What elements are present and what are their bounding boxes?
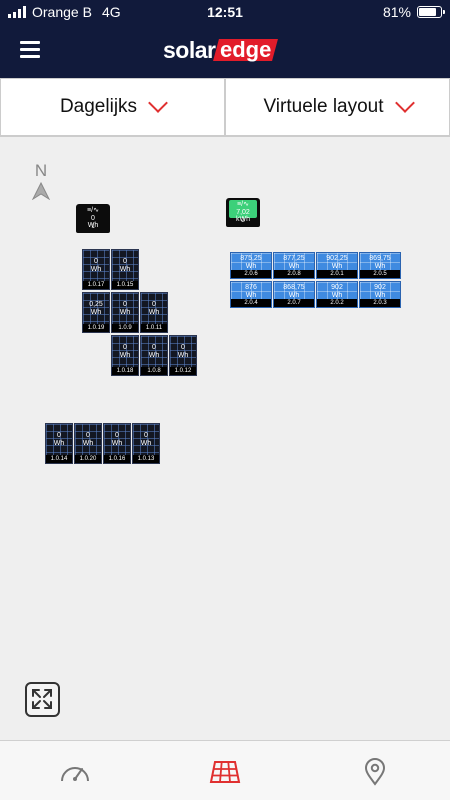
inverter-value: 0 <box>91 214 95 222</box>
module-id: 1.0.9 <box>112 324 138 332</box>
period-label: Dagelijks <box>59 96 138 117</box>
inverter-1[interactable]: ≡/∿ 0 Wh 1 <box>76 204 110 233</box>
location-pin-icon <box>364 758 386 786</box>
battery-icon <box>417 6 445 18</box>
logo-solar: solar <box>163 36 216 63</box>
north-arrow-icon <box>32 182 50 200</box>
panel-module[interactable]: 0 Wh 1.0.12 <box>169 335 197 376</box>
inverter-id: 1 <box>91 224 95 230</box>
module-id: 1.0.14 <box>46 455 72 463</box>
inverter-symbol: ≡/∿ <box>237 201 249 208</box>
module-id: 1.0.19 <box>83 324 109 332</box>
tab-location[interactable] <box>358 757 392 787</box>
panel-module[interactable]: 0 Wh 1.0.15 <box>111 249 139 290</box>
panel-module[interactable]: 902,25 Wh 2.0.1 <box>316 252 358 279</box>
module-id: 2.0.2 <box>317 299 357 307</box>
inverter-screen: ≡/∿ 0 Wh <box>79 206 107 229</box>
panel-module[interactable]: 868,75 Wh 2.0.7 <box>273 281 315 308</box>
panel-module[interactable]: 877,25 Wh 2.0.8 <box>273 252 315 279</box>
module-id: 2.0.3 <box>360 299 400 307</box>
panel-module[interactable]: 0 Wh 1.0.20 <box>74 423 102 464</box>
app-header: solar edge <box>0 24 450 78</box>
filter-bar: Dagelijks Virtuele layout <box>0 78 450 137</box>
panel-module[interactable]: 902 Wh 2.0.3 <box>359 281 401 308</box>
panel-module[interactable]: 0 Wh 1.0.16 <box>103 423 131 464</box>
panel-module[interactable]: 869,75 Wh 2.0.5 <box>359 252 401 279</box>
period-dropdown[interactable]: Dagelijks <box>0 78 225 136</box>
module-id: 1.0.17 <box>83 281 109 289</box>
panel-module[interactable]: 0 Wh 1.0.9 <box>111 292 139 333</box>
tab-dashboard[interactable] <box>58 757 92 787</box>
inverter-2[interactable]: ≡/∿ 7,02 kWh 2 <box>226 198 260 227</box>
panel-module[interactable]: 0 Wh 1.0.11 <box>140 292 168 333</box>
inverter-id: 2 <box>241 218 245 224</box>
solaredge-logo: solar edge <box>163 36 279 63</box>
module-id: 1.0.18 <box>112 367 138 375</box>
module-id: 1.0.13 <box>133 455 159 463</box>
module-id: 2.0.8 <box>274 270 314 278</box>
panel-module[interactable]: 876 Wh 2.0.4 <box>230 281 272 308</box>
module-id: 2.0.1 <box>317 270 357 278</box>
chevron-down-icon <box>148 93 168 113</box>
module-id: 2.0.4 <box>231 299 271 307</box>
panel-module[interactable]: 0 Wh 1.0.8 <box>140 335 168 376</box>
panel-module[interactable]: 0 Wh 1.0.14 <box>45 423 73 464</box>
bottom-tab-bar <box>0 740 450 800</box>
panel-module[interactable]: 875,25 Wh 2.0.6 <box>230 252 272 279</box>
module-id: 1.0.12 <box>170 367 196 375</box>
north-label: N <box>34 161 48 180</box>
module-id: 2.0.6 <box>231 270 271 278</box>
panel-module[interactable]: 0 Wh 1.0.17 <box>82 249 110 290</box>
module-id: 1.0.16 <box>104 455 130 463</box>
logo-edge: edge <box>213 37 279 62</box>
expand-icon <box>32 689 52 709</box>
compass: N <box>30 161 52 200</box>
tab-layout[interactable] <box>208 757 242 787</box>
panel-module[interactable]: 0 Wh 1.0.13 <box>132 423 160 464</box>
battery-percent: 81% <box>382 4 411 20</box>
inverter-screen: ≡/∿ 7,02 kWh <box>229 200 257 223</box>
module-id: 1.0.11 <box>141 324 167 332</box>
panel-module[interactable]: 0 Wh 1.0.18 <box>111 335 139 376</box>
layout-grid-icon <box>209 761 241 783</box>
inverter-value: 7,02 <box>236 208 250 216</box>
layout-canvas[interactable]: N ≡/∿ 0 Wh 1 ≡/∿ 7,02 kWh 2 0 Wh 1.0.17 0W… <box>0 137 450 740</box>
panel-module[interactable]: 0,25 Wh 1.0.19 <box>82 292 110 333</box>
dashboard-gauge-icon <box>61 767 89 782</box>
status-bar: Orange B 4G 12:51 81% <box>0 0 450 24</box>
module-id: 1.0.20 <box>75 455 101 463</box>
module-id: 1.0.8 <box>141 367 167 375</box>
panel-module[interactable]: 902 Wh 2.0.2 <box>316 281 358 308</box>
menu-icon[interactable] <box>20 41 40 58</box>
inverter-symbol: ≡/∿ <box>87 207 99 214</box>
expand-button[interactable] <box>25 682 60 717</box>
module-id: 1.0.15 <box>112 281 138 289</box>
view-label: Virtuele layout <box>263 96 384 117</box>
module-id: 2.0.7 <box>274 299 314 307</box>
module-id: 2.0.5 <box>360 270 400 278</box>
view-dropdown[interactable]: Virtuele layout <box>225 78 450 136</box>
status-right: 81% <box>382 4 445 20</box>
chevron-down-icon <box>394 93 415 113</box>
